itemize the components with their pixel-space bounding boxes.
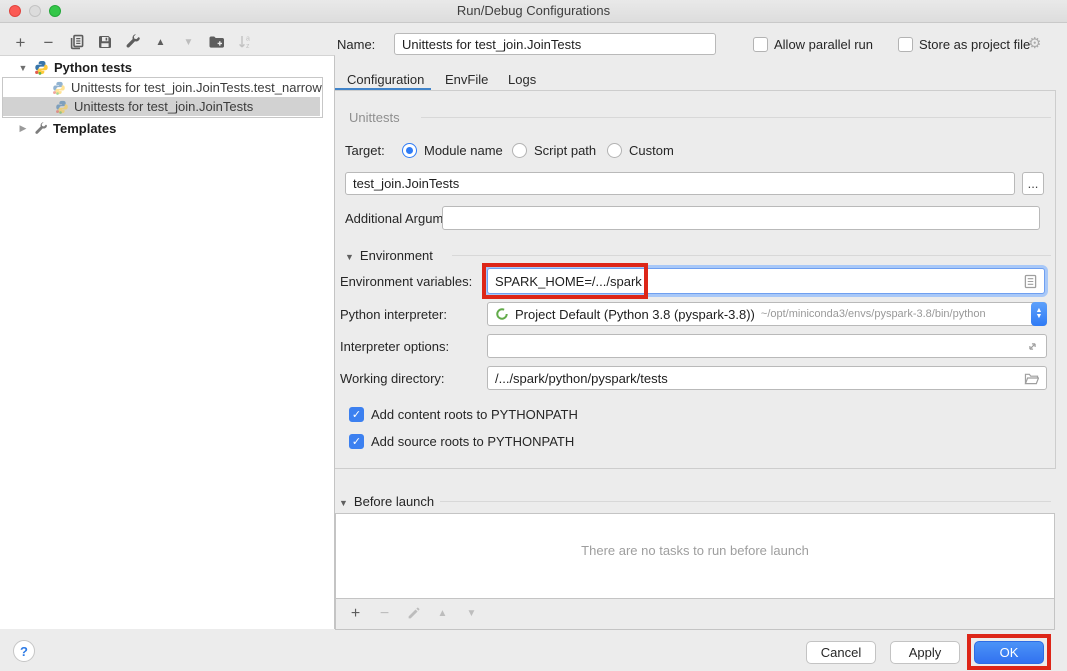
expand-field-icon[interactable] [1026,340,1039,353]
environment-section-title: Environment [360,248,433,263]
tab-content-bottom-divider [335,468,1056,469]
svg-text:z: z [246,43,250,50]
annotation-red-box-env-vars [482,263,648,299]
remove-configuration-icon[interactable]: − [40,34,57,51]
content-roots-label: Add content roots to PYTHONPATH [371,407,578,422]
additional-arguments-input[interactable] [442,206,1040,230]
interpreter-options-input[interactable] [487,334,1047,358]
title-bar: Run/Debug Configurations [0,0,1067,23]
source-roots-checkbox[interactable]: ✓ [349,434,364,449]
apply-button[interactable]: Apply [890,641,960,664]
collapse-triangle-icon[interactable]: ▼ [339,498,348,508]
python-tests-icon [34,60,49,75]
edit-variables-list-icon[interactable] [1024,274,1037,289]
window-title: Run/Debug Configurations [0,0,1067,22]
browse-folder-icon[interactable] [1024,372,1039,385]
add-task-icon[interactable]: + [347,605,364,622]
edit-task-pencil-icon [405,605,422,622]
target-module-name-label: Module name [424,143,503,158]
templates-wrench-icon [34,122,48,136]
before-launch-title: Before launch [354,494,434,509]
configurations-tree: ▼ Python tests Unittests for test_join.J… [0,55,335,629]
before-launch-toolbar: + − ▲ ▼ [335,598,1055,630]
environment-variables-label: Environment variables: [340,274,472,289]
tab-envfile[interactable]: EnvFile [445,70,488,90]
interpreter-options-label: Interpreter options: [340,339,449,354]
unittests-group-title: Unittests [349,110,400,125]
tree-item-templates[interactable]: ▶ Templates [0,119,334,138]
target-script-path-label: Script path [534,143,596,158]
before-launch-rule [440,501,1051,502]
target-module-name-radio[interactable] [402,143,417,158]
tree-item-python-tests[interactable]: ▼ Python tests [0,58,334,77]
conda-environment-icon [495,307,509,321]
python-interpreter-select[interactable]: Project Default (Python 3.8 (pyspark-3.8… [487,302,1047,326]
python-interpreter-value: Project Default (Python 3.8 (pyspark-3.8… [515,307,755,322]
python-test-icon [55,100,69,114]
tree-item-label: Unittests for test_join.JoinTests.test_n… [71,80,322,95]
module-name-input[interactable]: test_join.JoinTests [345,172,1015,195]
python-test-icon [52,81,66,95]
environment-section-rule [452,255,1051,256]
store-as-project-file-label: Store as project file [919,37,1030,52]
move-task-up-icon: ▲ [434,605,451,622]
name-input[interactable]: Unittests for test_join.JoinTests [394,33,716,55]
configurations-toolbar: + − ▲ ▼ az [12,32,253,52]
tree-item-label: Python tests [54,60,132,75]
target-label: Target: [345,143,385,158]
expand-triangle-icon[interactable]: ▶ [18,123,28,134]
tree-item-label: Templates [53,121,116,136]
tab-logs[interactable]: Logs [508,70,536,90]
sort-alphabetically-icon: az [236,34,253,51]
tree-item-unittest-narrow[interactable]: Unittests for test_join.JoinTests.test_n… [0,78,334,97]
target-script-path-radio[interactable] [512,143,527,158]
unittests-group-rule [421,117,1051,118]
svg-text:a: a [246,36,250,43]
tree-item-label: Unittests for test_join.JoinTests [74,99,253,114]
cancel-button[interactable]: Cancel [806,641,876,664]
add-configuration-icon[interactable]: + [12,34,29,51]
new-folder-icon[interactable] [208,34,225,51]
move-down-icon: ▼ [180,34,197,51]
before-launch-empty-message: There are no tasks to run before launch [335,543,1055,558]
stepper-down-icon: ▼ [1036,314,1043,320]
content-roots-checkbox[interactable]: ✓ [349,407,364,422]
annotation-red-box-ok [967,634,1051,670]
remove-task-icon: − [376,605,393,622]
working-directory-input[interactable]: /.../spark/python/pyspark/tests [487,366,1047,390]
store-as-project-file-checkbox[interactable] [898,37,913,52]
target-custom-radio[interactable] [607,143,622,158]
environment-section-header[interactable]: ▼ Environment [345,248,433,263]
help-button[interactable]: ? [13,640,35,662]
move-up-icon[interactable]: ▲ [152,34,169,51]
tab-configuration[interactable]: Configuration [347,70,424,90]
copy-configuration-icon[interactable] [68,34,85,51]
allow-parallel-run-label: Allow parallel run [774,37,873,52]
working-directory-label: Working directory: [340,371,445,386]
move-task-down-icon: ▼ [463,605,480,622]
save-configuration-icon[interactable] [96,34,113,51]
edit-templates-wrench-icon[interactable] [124,34,141,51]
collapse-triangle-icon[interactable]: ▼ [18,63,28,73]
name-label: Name: [337,37,375,52]
target-custom-label: Custom [629,143,674,158]
collapse-triangle-icon[interactable]: ▼ [345,252,354,262]
interpreter-dropdown-stepper[interactable]: ▲ ▼ [1031,302,1047,326]
run-debug-configurations-dialog: Run/Debug Configurations + − ▲ ▼ az ▼ [0,0,1067,671]
browse-module-button[interactable]: ... [1022,172,1044,195]
python-interpreter-path: ~/opt/miniconda3/envs/pyspark-3.8/bin/py… [761,308,986,320]
content-pane-right-border [1055,91,1056,468]
python-interpreter-label: Python interpreter: [340,307,447,322]
source-roots-label: Add source roots to PYTHONPATH [371,434,574,449]
working-directory-value: /.../spark/python/pyspark/tests [495,371,668,386]
allow-parallel-run-checkbox[interactable] [753,37,768,52]
gear-icon[interactable]: ⚙ [1028,36,1041,51]
tree-item-unittest-selected[interactable]: Unittests for test_join.JoinTests [3,97,320,116]
tabs-divider [335,90,1056,91]
before-launch-section-header[interactable]: ▼ Before launch [339,494,434,509]
